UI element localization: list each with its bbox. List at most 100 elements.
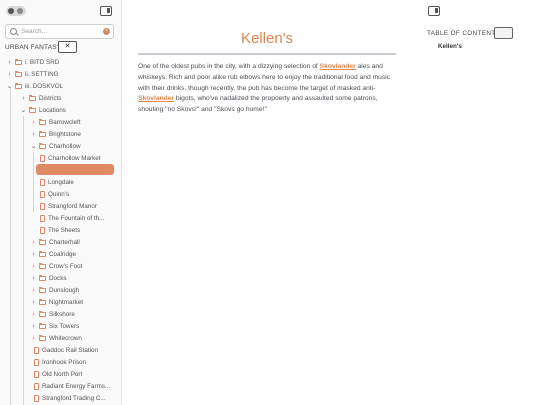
tree-item-label: Silkshore <box>49 310 75 318</box>
folder-icon <box>39 142 46 149</box>
theme-toggle[interactable] <box>6 6 26 16</box>
folder-item[interactable]: › Crow's Foot <box>30 260 82 272</box>
file-item[interactable]: The Fountain of th... <box>40 212 104 224</box>
folder-item[interactable]: › i. BITD SRD <box>6 56 59 68</box>
active-file-highlight[interactable] <box>36 164 114 175</box>
note-paragraph: One of the oldest pubs in the city, with… <box>138 62 400 116</box>
chevron-icon[interactable]: › <box>30 239 37 246</box>
folder-icon <box>39 298 46 305</box>
tree-item-label: Crow's Foot <box>49 262 83 270</box>
tree-item-label: Gaddoc Rail Station <box>42 346 99 354</box>
tree-item-label: Old North Port <box>42 370 83 378</box>
chevron-icon[interactable]: › <box>30 299 37 306</box>
chevron-icon[interactable]: › <box>30 251 37 258</box>
tree-item-label: Charterhall <box>49 238 80 246</box>
folder-icon <box>39 286 46 293</box>
file-item[interactable]: Radiant Energy Farms... <box>34 380 110 392</box>
folder-item[interactable]: › Silkshore <box>30 308 75 320</box>
folder-icon <box>39 274 46 281</box>
tree-item-label: ii. SETTING <box>25 70 59 78</box>
right-sidebar: TABLE OF CONTENTS Kellen's <box>412 0 540 405</box>
chevron-icon[interactable]: › <box>30 119 37 126</box>
search-box: × <box>5 24 114 39</box>
chevron-icon[interactable]: › <box>20 95 27 102</box>
file-item[interactable]: Charhollow Market <box>40 152 101 164</box>
sidebar-header <box>0 0 121 22</box>
toc-options-button[interactable] <box>494 27 513 39</box>
folder-item[interactable]: › Charterhall <box>30 236 80 248</box>
tree-item-label: i. BITD SRD <box>25 58 60 66</box>
chevron-icon[interactable]: › <box>30 335 37 342</box>
toc-item[interactable]: Kellen's <box>438 43 462 50</box>
tree-item-label: Docks <box>49 274 67 282</box>
note-view: Kellen's One of the oldest pubs in the c… <box>122 0 412 405</box>
vault-name: URBAN FANTASY <box>5 44 62 51</box>
chevron-icon[interactable]: ⌄ <box>30 142 37 150</box>
indent-guide <box>23 116 24 405</box>
folder-item[interactable]: › Barrowcleft <box>30 116 81 128</box>
chevron-icon[interactable]: › <box>6 59 13 66</box>
chevron-icon[interactable]: › <box>30 275 37 282</box>
internal-link[interactable]: Skovlander <box>138 95 174 102</box>
tree-item-label: Barrowcleft <box>49 118 81 126</box>
sidebar-toggle-icon[interactable] <box>100 6 112 16</box>
chevron-icon[interactable]: › <box>30 287 37 294</box>
folder-item[interactable]: › Coalridge <box>30 248 76 260</box>
folder-item[interactable]: › ii. SETTING <box>6 68 59 80</box>
folder-item[interactable]: › Dunslough <box>30 284 79 296</box>
folder-icon <box>15 70 22 77</box>
clear-search-icon[interactable]: × <box>103 28 110 35</box>
folder-icon <box>39 310 46 317</box>
folder-item[interactable]: ⌄iii. DOSKVOL <box>6 80 63 92</box>
file-item[interactable]: Gaddoc Rail Station <box>34 344 98 356</box>
collapse-all-button[interactable]: ✕ <box>58 41 77 53</box>
tree-item-label: iii. DOSKVOL <box>25 82 64 90</box>
folder-icon <box>15 58 22 65</box>
search-icon <box>10 28 17 35</box>
file-item[interactable]: Longdale <box>40 176 74 188</box>
paragraph-text: One of the oldest pubs in the city, with… <box>138 63 320 70</box>
folder-item[interactable]: ⌄ Charhollow <box>30 140 81 152</box>
tree-item-label: Strangford Trading C... <box>42 394 106 402</box>
file-icon <box>34 358 39 366</box>
chevron-icon[interactable]: › <box>30 263 37 270</box>
paragraph-text: bigots, who've nadalized the propoerty a… <box>138 95 378 114</box>
file-item[interactable]: Strangford Manor <box>40 200 97 212</box>
folder-item[interactable]: › Docks <box>30 272 67 284</box>
title-divider <box>138 53 396 55</box>
search-input[interactable] <box>21 26 101 37</box>
folder-icon <box>39 322 46 329</box>
chevron-icon[interactable]: ⌄ <box>20 106 27 114</box>
folder-item[interactable]: › Six Towers <box>30 320 79 332</box>
file-item[interactable]: Quinn's <box>40 188 69 200</box>
chevron-icon[interactable]: › <box>30 311 37 318</box>
folder-item[interactable]: › Districts <box>20 92 61 104</box>
left-sidebar: × URBAN FANTASY ✕ › i. BITD SRD › ii. SETTI… <box>0 0 122 405</box>
file-icon <box>40 202 45 210</box>
folder-icon <box>39 250 46 257</box>
chevron-icon[interactable]: › <box>6 71 13 78</box>
file-item[interactable]: Old North Port <box>34 368 82 380</box>
folder-item[interactable]: ⌄ Locations <box>20 104 66 116</box>
chevron-icon[interactable]: › <box>30 323 37 330</box>
tree-item-label: The Fountain of th... <box>48 214 105 222</box>
toc-heading: TABLE OF CONTENTS <box>427 30 501 37</box>
sidebar-toggle-icon[interactable] <box>428 6 440 16</box>
file-item[interactable]: Strangford Trading C... <box>34 392 106 404</box>
file-icon <box>40 226 45 234</box>
folder-item[interactable]: › Brightstone <box>30 128 81 140</box>
folder-item[interactable]: › Whitecrown <box>30 332 82 344</box>
file-item[interactable]: The Sheets <box>40 224 80 236</box>
toggle-knob-icon <box>8 8 14 14</box>
folder-item[interactable]: › Nightmarket <box>30 296 83 308</box>
chevron-icon[interactable]: › <box>30 131 37 138</box>
tree-item-label: Districts <box>39 94 62 102</box>
tree-item-label: Dunslough <box>49 286 80 294</box>
folder-icon <box>15 82 22 89</box>
folder-icon <box>39 334 46 341</box>
folder-icon <box>29 106 36 113</box>
folder-icon <box>29 94 36 101</box>
internal-link[interactable]: Skovlander <box>320 63 356 70</box>
file-item[interactable]: Ironhook Prison <box>34 356 86 368</box>
file-icon <box>34 346 39 354</box>
